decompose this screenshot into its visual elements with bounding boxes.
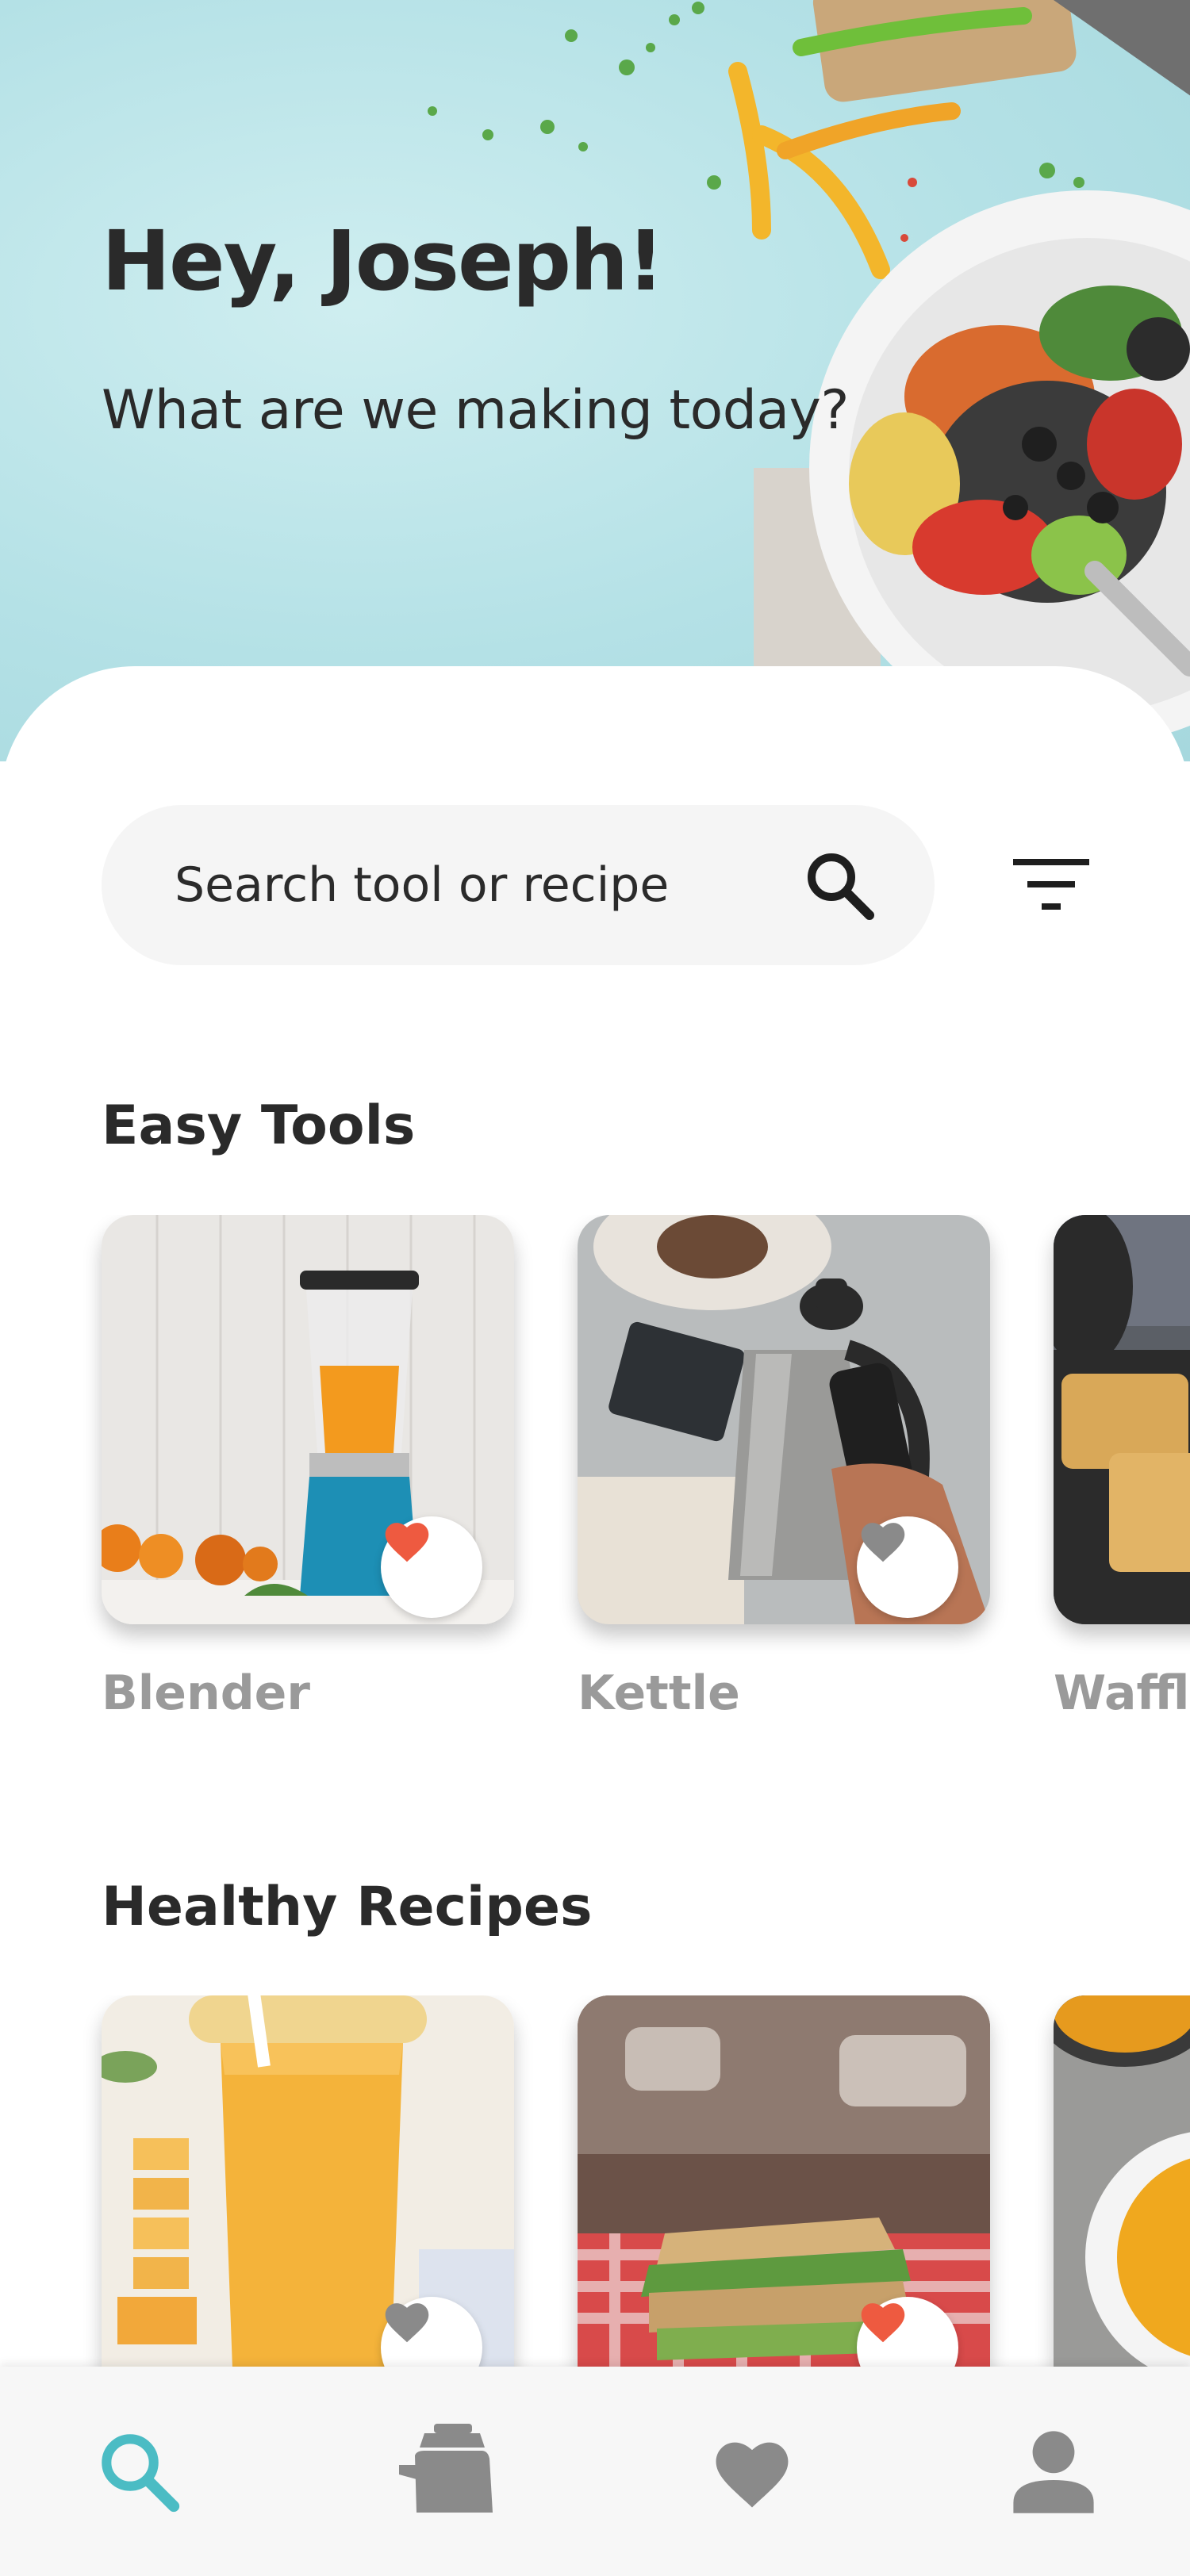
- favorite-button[interactable]: [857, 1516, 958, 1618]
- nav-search[interactable]: [83, 2416, 194, 2527]
- heart-icon: [716, 2442, 789, 2508]
- tool-label: Waffle: [1054, 1666, 1190, 1721]
- recipe-card-smoothie[interactable]: [102, 1995, 514, 2367]
- heart-icon: [385, 2303, 429, 2343]
- search-bar[interactable]: [102, 805, 935, 965]
- search-icon: [102, 2434, 180, 2513]
- tool-card-waffle[interactable]: Waffle: [1054, 1215, 1190, 1721]
- nav-favorites[interactable]: [697, 2416, 808, 2527]
- bottom-navigation: [0, 2367, 1190, 2576]
- soup-image[interactable]: [1054, 1995, 1190, 2367]
- healthy-recipes-carousel[interactable]: [0, 1995, 1190, 2367]
- kettle-icon: [399, 2424, 493, 2513]
- search-input[interactable]: [173, 857, 800, 914]
- heart-icon: [385, 1523, 429, 1562]
- recipe-card-soup[interactable]: [1054, 1995, 1190, 2367]
- search-icon[interactable]: [800, 845, 879, 925]
- tool-label: Blender: [102, 1666, 310, 1721]
- smoothie-image[interactable]: [102, 1995, 514, 2367]
- hero-banner: Hey, Joseph! What are we making today?: [0, 0, 1190, 761]
- filter-button[interactable]: [1008, 853, 1095, 916]
- blender-image[interactable]: [102, 1215, 514, 1624]
- tool-label: Kettle: [578, 1666, 740, 1721]
- tool-card-kettle[interactable]: Kettle: [578, 1215, 990, 1721]
- favorite-button[interactable]: [381, 1516, 482, 1618]
- section-title-easy-tools: Easy Tools: [102, 1094, 416, 1157]
- sandwich-image[interactable]: [578, 1995, 990, 2367]
- kettle-image[interactable]: [578, 1215, 990, 1624]
- greeting-subtitle: What are we making today?: [102, 379, 849, 442]
- filter-icon: [1013, 859, 1089, 910]
- heart-icon: [861, 2303, 905, 2343]
- easy-tools-carousel[interactable]: Blender Kettle Waffl: [0, 1215, 1190, 1786]
- recipe-card-sandwich[interactable]: [578, 1995, 990, 2367]
- section-title-healthy-recipes: Healthy Recipes: [102, 1876, 593, 1938]
- waffle-image[interactable]: [1054, 1215, 1190, 1624]
- heart-icon: [861, 1523, 905, 1562]
- nav-profile[interactable]: [998, 2416, 1109, 2527]
- tool-card-blender[interactable]: Blender: [102, 1215, 514, 1721]
- nav-tools[interactable]: [389, 2416, 500, 2527]
- greeting-title: Hey, Joseph!: [102, 213, 665, 309]
- person-icon: [1013, 2431, 1094, 2513]
